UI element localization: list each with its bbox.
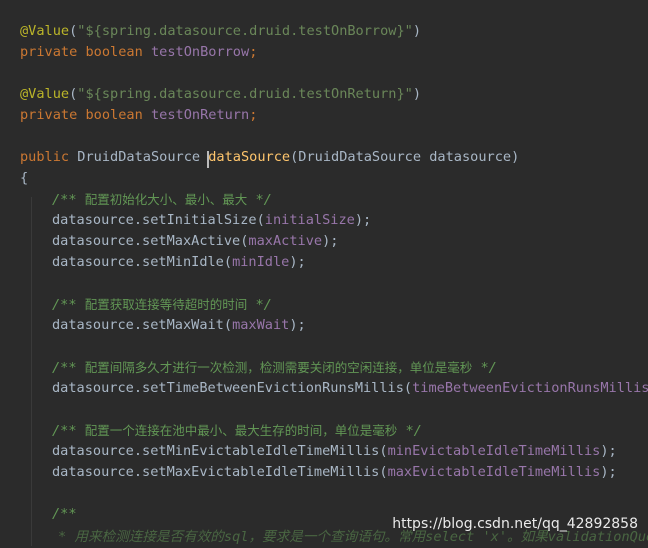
call-end: ); [322,233,339,249]
field-ref: maxActive [248,233,323,249]
comment-close: */ [405,423,422,439]
paren: ) [412,23,422,39]
code-line-value-annotation-return[interactable]: @Value("${spring.datasource.druid.testOn… [20,84,421,105]
method-call: datasource.setInitialSize( [52,212,265,228]
comment-close: */ [480,360,497,376]
comment-close: */ [255,297,272,313]
semicolon: ; [249,107,258,123]
comment-close: */ [255,192,272,208]
comment-text: 配置间隔多久才进行一次检测，检测需要关闭的空闲连接，单位是毫秒 [84,360,473,375]
semicolon: ; [249,44,258,60]
field-ref: maxWait [232,317,290,333]
code-line-set-max-wait[interactable]: datasource.setMaxWait(maxWait); [52,315,306,336]
code-line-value-annotation-borrow[interactable]: @Value("${spring.datasource.druid.testOn… [20,21,421,42]
code-line-set-min-evictable[interactable]: datasource.setMinEvictableIdleTimeMillis… [52,441,617,462]
string-literal: "${spring.datasource.druid.testOnReturn}… [77,86,413,102]
doc-comment-init-size[interactable]: /** 配置初始化大小、最小、最大 */ [52,189,272,210]
method-call: datasource.setTimeBetweenEvictionRunsMil… [52,380,413,396]
field-ref: maxEvictableIdleTimeMillis [387,464,601,480]
keyword: private [20,44,78,60]
code-line-set-max-evictable[interactable]: datasource.setMaxEvictableIdleTimeMillis… [52,462,617,483]
method-name: dataSource [208,149,291,165]
method-params: (DruidDataSource datasource) [290,149,520,165]
call-end: ); [289,254,306,270]
doc-comment-evictable-idle[interactable]: /** 配置一个连接在池中最小、最大生存的时间，单位是毫秒 */ [52,420,422,441]
field-ref: minEvictableIdleTimeMillis [387,443,601,459]
keyword: private [20,107,78,123]
code-line-field-test-on-borrow[interactable]: private boolean testOnBorrow; [20,42,257,63]
comment-open: /** [52,192,77,208]
string-literal: "${spring.datasource.druid.testOnBorrow}… [77,23,413,39]
call-end: ); [600,443,617,459]
comment-open: /** [52,297,77,313]
comment-open: /** [52,360,77,376]
code-line-field-test-on-return[interactable]: private boolean testOnReturn; [20,105,257,126]
paren: ) [412,86,422,102]
brace: { [20,170,29,186]
code-editor[interactable]: @Value("${spring.datasource.druid.testOn… [0,0,648,546]
doc-comment-eviction-interval[interactable]: /** 配置间隔多久才进行一次检测，检测需要关闭的空闲连接，单位是毫秒 */ [52,357,497,378]
call-end: ); [600,464,617,480]
field-ref: timeBetweenEvictionRunsMillis [412,380,648,396]
doc-comment-validation-open[interactable]: /** [52,504,77,525]
indent-guide [31,197,32,546]
code-line-set-min-idle[interactable]: datasource.setMinIdle(minIdle); [52,252,306,273]
code-line-set-max-active[interactable]: datasource.setMaxActive(maxActive); [52,231,338,252]
call-end: ); [289,317,306,333]
annotation: @Value [20,86,70,102]
doc-comment-max-wait[interactable]: /** 配置获取连接等待超时的时间 */ [52,294,272,315]
field-ref: initialSize [264,212,355,228]
comment-text: 配置初始化大小、最小、最大 [84,192,248,207]
watermark-url: https://blog.csdn.net/qq_42892858 [392,516,638,532]
code-line-set-time-between-eviction[interactable]: datasource.setTimeBetweenEvictionRunsMil… [52,378,648,399]
method-call: datasource.setMaxActive( [52,233,249,249]
comment-open: /** [52,506,77,522]
keyword: public [20,149,70,165]
method-call: datasource.setMinIdle( [52,254,233,270]
keyword: boolean [85,44,143,60]
method-call: datasource.setMaxEvictableIdleTimeMillis… [52,464,388,480]
method-call: datasource.setMinEvictableIdleTimeMillis… [52,443,388,459]
text-caret [207,151,210,168]
keyword: boolean [85,107,143,123]
field-ref: minIdle [232,254,290,270]
code-line-open-brace[interactable]: { [20,168,28,189]
return-type: DruidDataSource [77,149,201,165]
code-line-method-signature[interactable]: public DruidDataSource dataSource(DruidD… [20,147,519,168]
code-line-set-initial-size[interactable]: datasource.setInitialSize(initialSize); [52,210,371,231]
field-name: testOnBorrow [150,44,250,60]
comment-text: 配置一个连接在池中最小、最大生存的时间，单位是毫秒 [84,423,398,438]
comment-open: /** [52,423,77,439]
comment-text: 配置获取连接等待超时的时间 [84,297,248,312]
field-name: testOnReturn [150,107,250,123]
call-end: ); [354,212,372,228]
method-call: datasource.setMaxWait( [52,317,233,333]
annotation: @Value [20,23,70,39]
